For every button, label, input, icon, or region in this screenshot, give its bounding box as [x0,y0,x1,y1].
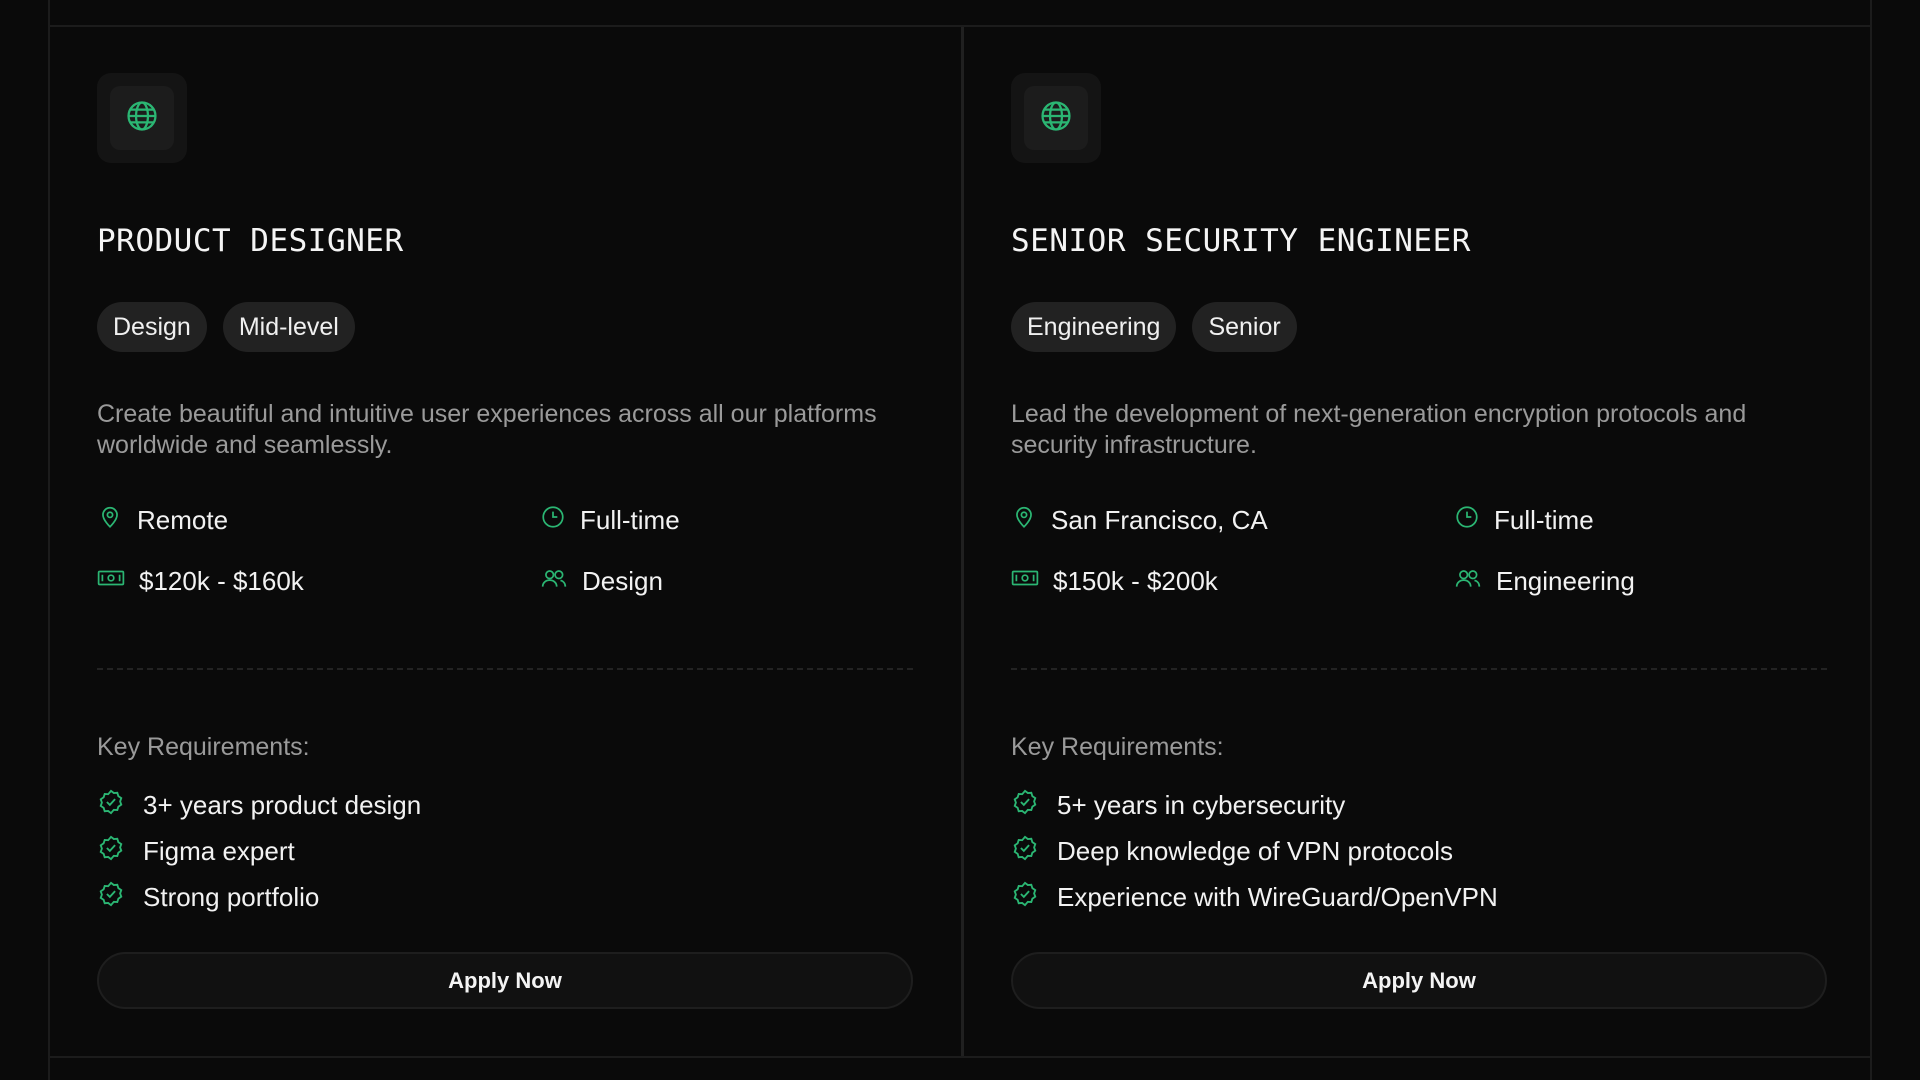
requirement-text: 5+ years in cybersecurity [1057,789,1346,820]
bottom-border [50,1056,1870,1058]
tag-category: Engineering [1011,302,1177,352]
job-title: SENIOR SECURITY ENGINEER [1011,223,1471,259]
money-icon [97,565,125,598]
job-salary-text: $120k - $160k [139,565,304,596]
requirement-text: Strong portfolio [143,881,320,912]
check-badge-icon [1011,788,1039,823]
job-card: SENIOR SECURITY ENGINEER Engineering Sen… [964,27,1875,1056]
list-item: Figma expert [97,835,421,867]
requirement-text: Experience with WireGuard/OpenVPN [1057,881,1498,912]
check-badge-icon [97,788,125,823]
globe-icon [1039,99,1073,138]
job-location-text: San Francisco, CA [1051,504,1268,535]
job-tags: Engineering Senior [1011,302,1297,352]
tag-category: Design [97,302,207,352]
check-badge-icon [1011,880,1039,915]
job-type-text: Full-time [580,504,680,535]
requirement-text: Deep knowledge of VPN protocols [1057,835,1454,866]
tag-level: Mid-level [222,302,355,352]
globe-icon [125,99,159,138]
list-item: Experience with WireGuard/OpenVPN [1011,881,1498,913]
job-location: Remote [97,505,540,535]
job-type: Full-time [1454,505,1594,535]
requirement-text: Figma expert [143,835,295,866]
users-icon [540,565,568,598]
list-item: 5+ years in cybersecurity [1011,789,1498,821]
job-icon-container [97,73,187,163]
check-badge-icon [97,880,125,915]
section-divider [1011,668,1827,670]
clock-icon [1454,504,1480,537]
job-title: PRODUCT DESIGNER [97,223,404,259]
apply-now-button[interactable]: Apply Now [1011,952,1827,1009]
job-department: Design [540,566,663,596]
section-divider [97,668,913,670]
list-item: Deep knowledge of VPN protocols [1011,835,1498,867]
job-card: PRODUCT DESIGNER Design Mid-level Create… [50,27,961,1056]
job-type: Full-time [540,505,680,535]
money-icon [1011,565,1039,598]
job-type-text: Full-time [1494,504,1594,535]
requirements-label: Key Requirements: [97,733,310,761]
job-icon-container [1011,73,1101,163]
users-icon [1454,565,1482,598]
job-meta: San Francisco, CA Full-time $150k - $200… [1011,505,1827,627]
job-department-text: Design [582,565,663,596]
requirements-list: 3+ years product design Figma expert Str… [97,789,421,927]
requirements-label: Key Requirements: [1011,733,1224,761]
map-pin-icon [97,504,123,537]
job-salary: $150k - $200k [1011,566,1454,596]
list-item: 3+ years product design [97,789,421,821]
apply-now-button[interactable]: Apply Now [97,952,913,1009]
job-location-text: Remote [137,504,229,535]
check-badge-icon [1011,834,1039,869]
map-pin-icon [1011,504,1037,537]
job-location: San Francisco, CA [1011,505,1454,535]
job-salary: $120k - $160k [97,566,540,596]
check-badge-icon [97,834,125,869]
job-salary-text: $150k - $200k [1053,565,1218,596]
job-listings-frame: PRODUCT DESIGNER Design Mid-level Create… [48,0,1872,1080]
job-department: Engineering [1454,566,1635,596]
list-item: Strong portfolio [97,881,421,913]
job-description: Create beautiful and intuitive user expe… [97,400,877,459]
tag-level: Senior [1192,302,1297,352]
job-tags: Design Mid-level [97,302,355,352]
job-department-text: Engineering [1496,565,1635,596]
job-description: Lead the development of next-generation … [1011,400,1747,459]
requirements-list: 5+ years in cybersecurity Deep knowledge… [1011,789,1498,927]
job-meta: Remote Full-time $120k - $160k Design [97,505,913,627]
requirement-text: 3+ years product design [143,789,422,820]
clock-icon [540,504,566,537]
